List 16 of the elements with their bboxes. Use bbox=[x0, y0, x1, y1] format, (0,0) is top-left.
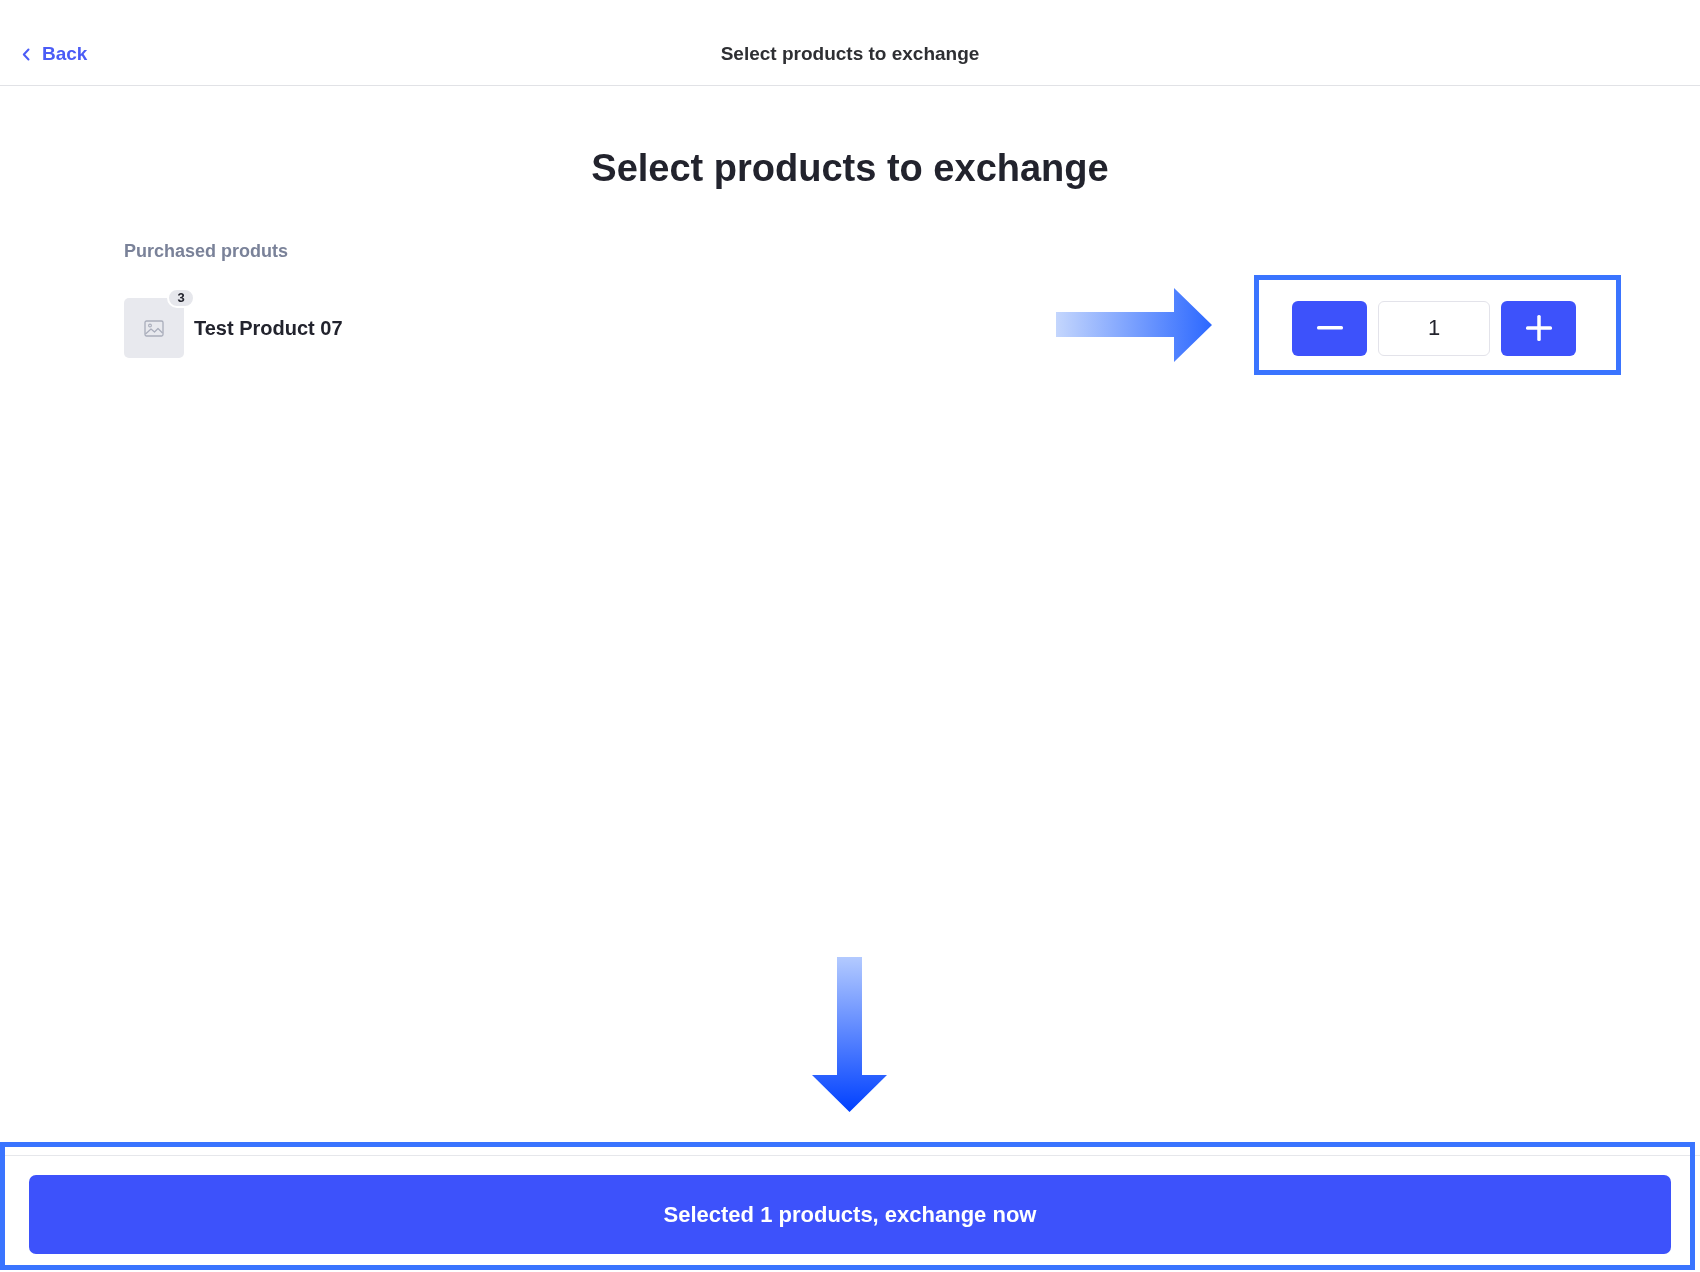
decrease-button[interactable] bbox=[1292, 300, 1367, 356]
minus-icon bbox=[1316, 326, 1343, 330]
image-icon bbox=[144, 319, 164, 337]
section-label: Purchased produts bbox=[124, 240, 290, 262]
plus-icon bbox=[1525, 315, 1552, 341]
header-title: Select products to exchange bbox=[720, 43, 980, 65]
down-arrow-icon bbox=[812, 957, 887, 1112]
count-badge: 3 bbox=[167, 288, 195, 308]
exchange-button[interactable]: Selected 1 products, exchange now bbox=[29, 1175, 1671, 1254]
back-link[interactable]: Back bbox=[22, 43, 88, 65]
quantity-field[interactable]: 1 bbox=[1378, 300, 1490, 356]
right-arrow-icon bbox=[1056, 287, 1212, 362]
page-heading: Select products to exchange bbox=[590, 146, 1110, 191]
product-name: Test Product 07 bbox=[194, 316, 343, 340]
chevron-left-icon bbox=[22, 47, 30, 61]
increase-button[interactable] bbox=[1501, 300, 1576, 356]
